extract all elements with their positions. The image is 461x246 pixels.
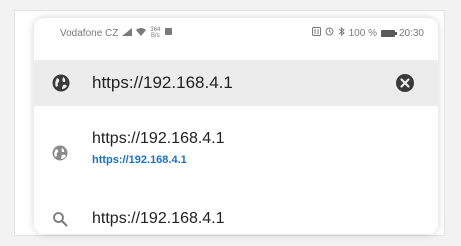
signal-icon [122,27,133,39]
url-input[interactable]: https://192.168.4.1 [92,73,233,93]
status-left: Vodafone CZ 364 B/s [60,27,173,39]
suggestion-url: https://192.168.4.1 [92,154,187,166]
bluetooth-icon [338,26,345,39]
suggestion-title: https://192.168.4.1 [92,130,225,147]
browser-screen: Vodafone CZ 364 B/s 100 % 20:30 https://… [34,18,438,234]
status-right: 100 % 20:30 [311,26,424,39]
battery-percent: 100 % [348,27,377,39]
url-bar[interactable]: https://192.168.4.1 [34,60,438,106]
status-bar: Vodafone CZ 364 B/s 100 % 20:30 [34,18,438,48]
search-icon [52,211,68,227]
clock: 20:30 [398,27,424,39]
battery-icon [380,29,397,37]
alarm-icon [325,27,334,39]
carrier-label: Vodafone CZ [60,27,119,39]
notification-icon [164,27,173,39]
wifi-icon [136,27,147,39]
nfc-icon [311,27,321,39]
globe-icon [52,145,68,161]
suggestion-title: https://192.168.4.1 [92,210,225,227]
data-rate-unit: B/s [151,33,160,39]
clear-icon[interactable] [396,74,414,92]
data-rate: 364 B/s [150,27,160,39]
globe-icon [52,74,70,92]
